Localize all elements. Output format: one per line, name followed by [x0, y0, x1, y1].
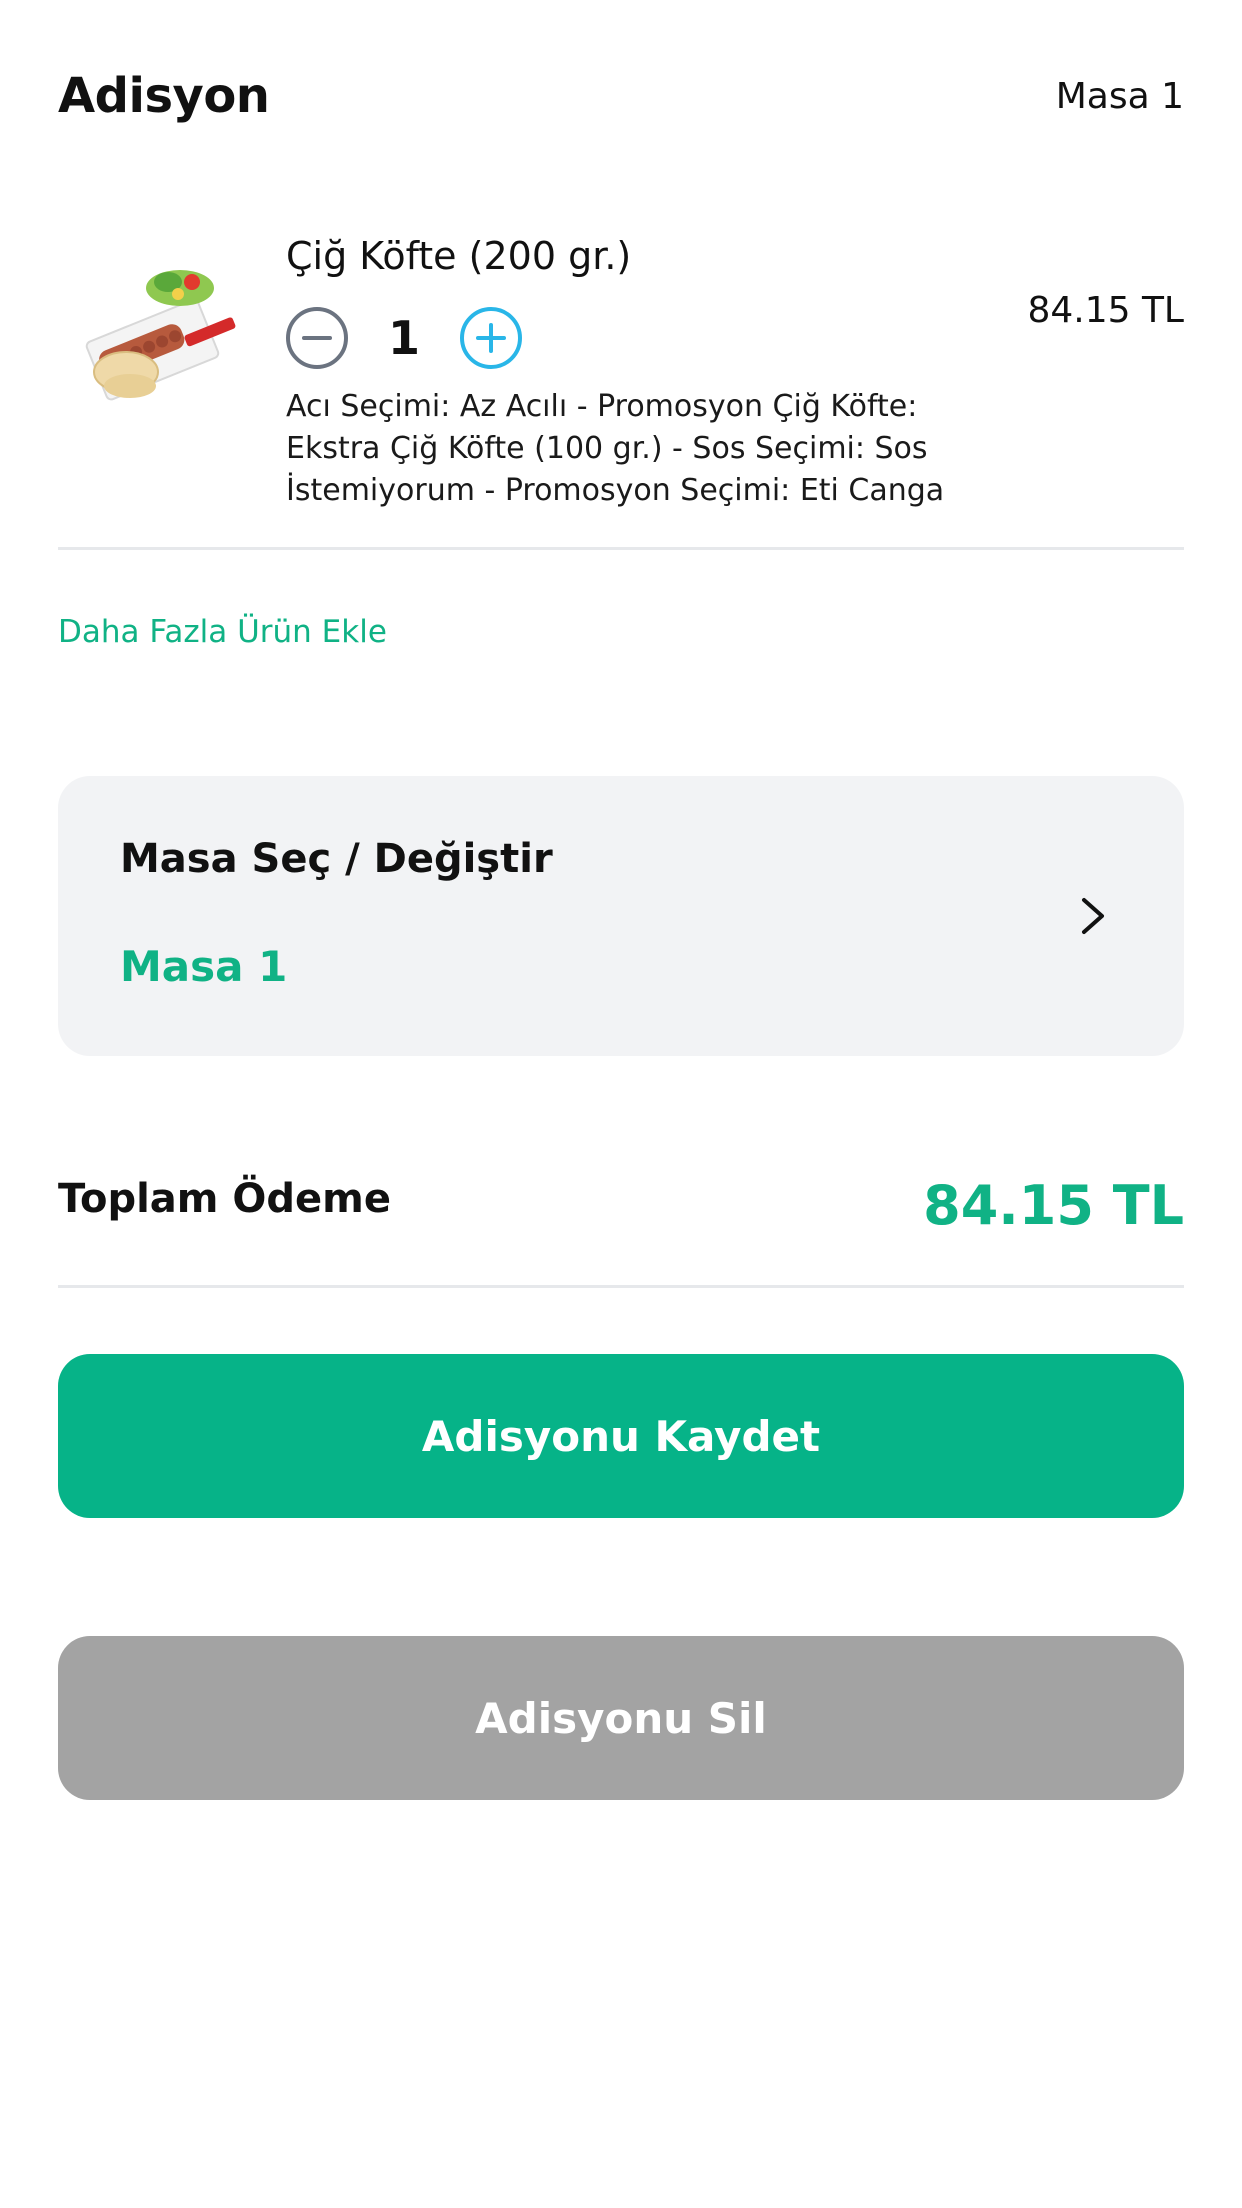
header: Adisyon Masa 1 [58, 56, 1184, 136]
page-title: Adisyon [58, 68, 270, 124]
table-selector-title: Masa Seç / Değiştir [120, 836, 553, 882]
save-order-button[interactable]: Adisyonu Kaydet [58, 1354, 1184, 1518]
total-label: Toplam Ödeme [58, 1176, 391, 1222]
item-options: Acı Seçimi: Az Acılı - Promosyon Çiğ Köf… [286, 389, 945, 508]
quantity-value: 1 [387, 311, 420, 365]
add-more-products-link[interactable]: Daha Fazla Ürün Ekle [58, 614, 387, 650]
item-price: 84.15 TL [1027, 290, 1184, 331]
increment-quantity-button[interactable] [460, 307, 522, 369]
selected-table-value: Masa 1 [120, 942, 288, 991]
product-name: Çiğ Köfte (200 gr.) [286, 234, 632, 278]
minus-circle-icon [302, 336, 332, 340]
quantity-stepper: 1 [286, 304, 522, 372]
table-selector-card[interactable]: Masa Seç / Değiştir Masa 1 [58, 776, 1184, 1056]
decrement-quantity-button[interactable] [286, 307, 348, 369]
current-table-label: Masa 1 [1055, 75, 1184, 117]
total-row: Toplam Ödeme 84.15 TL [58, 1160, 1184, 1288]
cig-kofte-plate-image [85, 270, 236, 401]
order-item: Çiğ Köfte (200 gr.) 1 84.15 TL Acı Seçim… [58, 228, 1184, 550]
delete-order-button[interactable]: Adisyonu Sil [58, 1636, 1184, 1800]
chevron-right-icon [1082, 898, 1104, 934]
total-value: 84.15 TL [923, 1174, 1184, 1237]
